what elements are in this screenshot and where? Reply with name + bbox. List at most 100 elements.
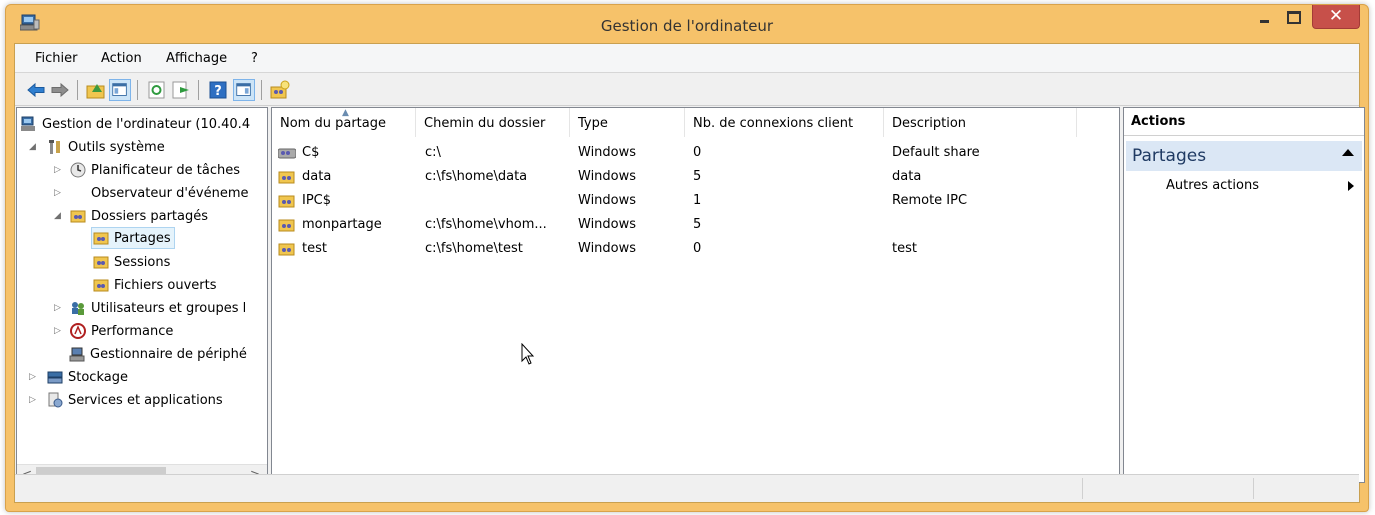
shared-folder-icon [93,232,109,245]
device-manager-icon [69,347,85,362]
column-header-connexions[interactable]: Nb. de connexions client [685,108,884,137]
expander-expanded-icon[interactable]: ◢ [54,211,64,221]
export-list-icon[interactable] [170,79,192,101]
column-header-type[interactable]: Type [570,108,685,137]
share-type: Windows [578,193,637,208]
tree-item-utilisateurs[interactable]: ▷ Utilisateurs et groupes l [54,297,246,319]
computer-management-icon [21,116,35,131]
tree-item-label: Gestion de l'ordinateur (10.40.4 [42,116,251,132]
window-title: Gestion de l'ordinateur [600,17,774,35]
autres-actions-link[interactable]: Autres actions [1166,178,1259,193]
show-hide-tree-icon[interactable] [109,79,131,101]
share-type: Windows [578,169,637,184]
column-header-label: Description [892,116,967,131]
column-header-nom[interactable]: ▲ Nom du partage [272,108,416,137]
tree-item-performance[interactable]: ▷ Performance [54,320,173,342]
column-header-chemin[interactable]: Chemin du dossier [416,108,570,137]
share-connections: 1 [693,193,702,208]
toolbar-separator [261,80,262,100]
toolbar-separator [137,80,138,100]
tree-item-label: Outils système [68,139,165,155]
shares-list[interactable]: ▲ Nom du partage Chemin du dossier Type … [271,107,1120,483]
shared-folder-icon [70,210,86,223]
storage-icon [47,371,63,384]
menu-help[interactable]: ? [251,51,258,66]
expander-collapsed-icon[interactable]: ▷ [54,188,64,198]
expander-collapsed-icon[interactable]: ▷ [29,372,39,382]
tree-item-computer-management[interactable]: Gestion de l'ordinateur (10.40.4 [21,113,250,135]
tree-item-label: Observateur d'événeme [91,185,249,201]
shared-folder-icon [278,171,295,184]
maximize-button[interactable] [1278,5,1306,29]
actions-section-partages[interactable]: Partages [1126,141,1362,171]
share-description: Remote IPC [892,193,968,208]
tree-item-sessions[interactable]: Sessions [93,251,170,273]
sort-ascending-icon: ▲ [342,108,349,118]
share-type: Windows [578,145,637,160]
status-divider [1253,478,1254,499]
collapse-icon[interactable] [1342,149,1354,156]
svg-text:?: ? [214,84,222,99]
actions-section-label: Partages [1132,146,1207,166]
tree-item-gestionnaire[interactable]: Gestionnaire de périphé [69,343,247,365]
mouse-cursor-icon [521,343,535,365]
tree-item-planificateur[interactable]: ▷ Planificateur de tâches [54,159,240,181]
services-icon [48,392,63,408]
close-button[interactable]: ✕ [1312,5,1360,29]
shared-folder-icon [93,256,109,269]
refresh-icon[interactable] [146,79,168,101]
performance-icon [70,323,86,339]
back-icon[interactable] [25,79,47,101]
expander-collapsed-icon[interactable]: ▷ [54,165,64,175]
toolbar: ? [15,73,1359,106]
show-hide-action-pane-icon[interactable] [233,79,255,101]
minimize-button[interactable] [1250,5,1278,29]
column-header-label: Nom du partage [280,116,386,131]
share-description: test [892,241,917,256]
share-connections: 0 [693,241,702,256]
system-tools-icon [49,140,60,154]
title-bar[interactable]: Gestion de l'ordinateur ✕ [6,5,1368,43]
column-header-description[interactable]: Description [884,108,1077,137]
tree-item-label: Partages [114,230,171,246]
tree-item-outils-systeme[interactable]: ◢ Outils système [29,136,165,158]
tree-item-partages[interactable]: Partages [91,227,175,249]
tree-item-dossiers-partages[interactable]: ◢ Dossiers partagés [54,205,208,227]
expander-collapsed-icon[interactable]: ▷ [29,395,39,405]
forward-icon[interactable] [49,79,71,101]
app-window: Gestion de l'ordinateur ✕ Fichier Action… [5,4,1369,512]
column-header-label: Chemin du dossier [424,116,546,131]
share-path: c:\fs\home\data [425,169,528,184]
up-folder-icon[interactable] [85,79,107,101]
tree-item-label: Dossiers partagés [91,208,209,224]
menu-fichier[interactable]: Fichier [35,51,78,66]
new-share-icon[interactable] [269,79,291,101]
share-type: Windows [578,241,637,256]
clock-icon [70,162,86,178]
submenu-arrow-icon[interactable] [1348,181,1354,191]
share-name: C$ [302,145,320,160]
toolbar-separator [77,80,78,100]
expander-expanded-icon[interactable]: ◢ [29,142,39,152]
column-header-label: Nb. de connexions client [693,116,854,131]
tree-item-services[interactable]: ▷ Services et applications [29,389,223,411]
menu-action[interactable]: Action [101,51,142,66]
share-connections: 5 [693,169,702,184]
tree-item-label: Stockage [68,369,128,385]
column-header-label: Type [578,116,608,131]
expander-collapsed-icon[interactable]: ▷ [54,326,64,336]
tree-item-label: Sessions [114,254,171,270]
shared-folder-icon [93,279,109,292]
share-description: data [892,169,922,184]
help-icon[interactable]: ? [207,79,229,101]
tree-item-stockage[interactable]: ▷ Stockage [29,366,128,388]
menu-affichage[interactable]: Affichage [166,51,227,66]
share-name: test [302,241,327,256]
menu-bar: Fichier Action Affichage ? [15,44,1359,73]
tree-item-fichiers-ouverts[interactable]: Fichiers ouverts [93,274,217,296]
expander-collapsed-icon[interactable]: ▷ [54,303,64,313]
console-tree[interactable]: Gestion de l'ordinateur (10.40.4 ◢ Outil… [16,107,268,483]
shared-folder-icon [278,219,295,232]
actions-pane: Actions Partages Autres actions [1123,107,1365,483]
tree-item-observateur[interactable]: ▷ Observateur d'événeme [54,182,249,204]
